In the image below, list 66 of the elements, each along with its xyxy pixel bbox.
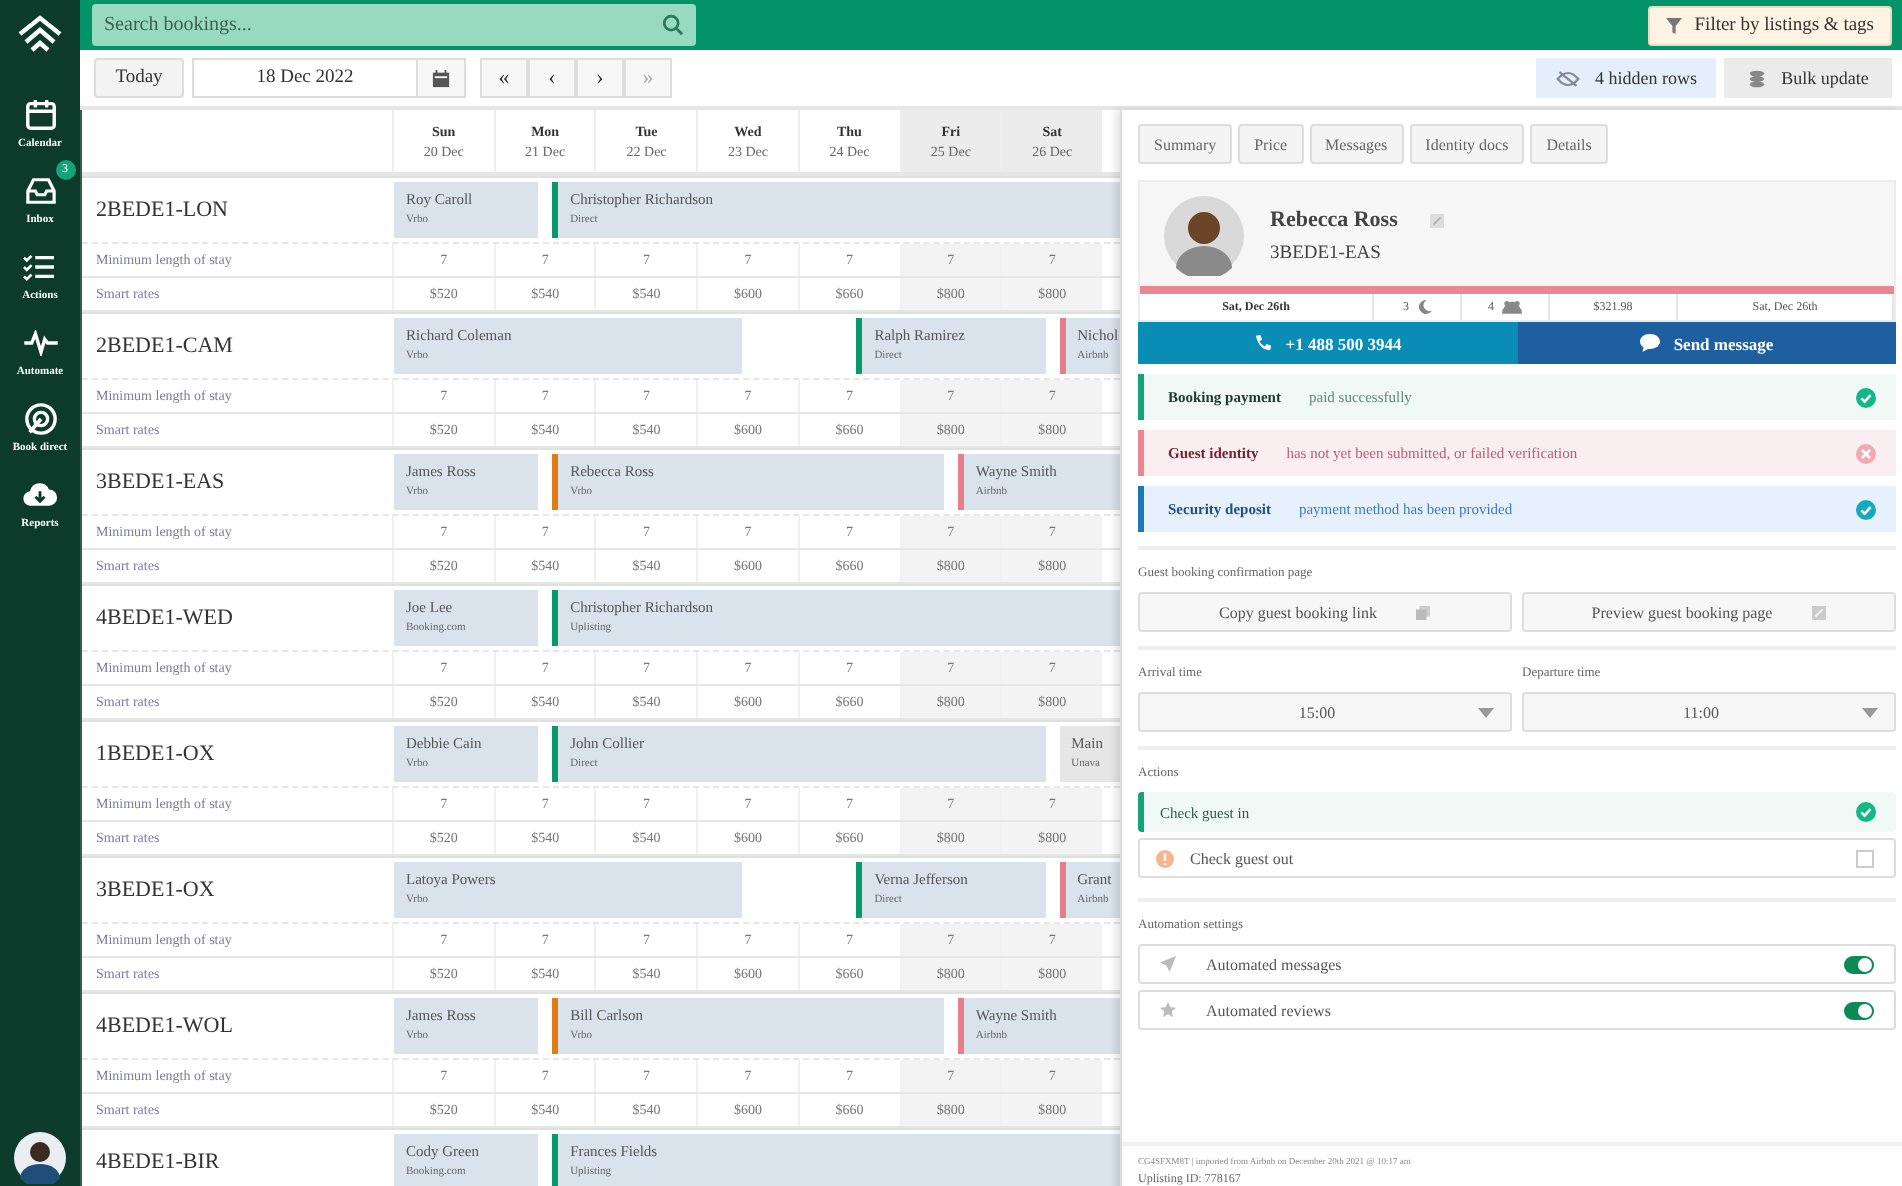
caret-icon [1478, 707, 1494, 717]
listing-name[interactable]: 2BEDE1-LON [96, 198, 228, 222]
panel-tab[interactable]: Messages [1309, 124, 1404, 164]
bulk-update-button[interactable]: Bulk update [1724, 58, 1892, 98]
calendar-icon[interactable] [432, 69, 450, 87]
search-icon[interactable] [662, 14, 684, 36]
star-icon [1160, 1002, 1176, 1018]
speech-bubble-icon [1639, 334, 1660, 352]
caret-icon [1862, 707, 1878, 717]
target-icon[interactable] [23, 401, 57, 435]
checklist-icon[interactable] [22, 251, 57, 281]
avatar-icon [1164, 196, 1244, 276]
pulse-icon[interactable] [23, 329, 57, 355]
check-circle-icon[interactable] [1856, 802, 1876, 822]
moon-icon [1417, 300, 1431, 314]
panel-tab[interactable]: Summary [1138, 124, 1233, 164]
toggle-switch[interactable] [1844, 955, 1874, 973]
call-button[interactable]: +1 488 500 3944 [1138, 322, 1517, 364]
cloud-download-icon[interactable] [21, 480, 58, 508]
action-label: Check guest out [1190, 849, 1294, 867]
action-row[interactable]: Check guest out [1138, 838, 1896, 878]
send-message-button[interactable]: Send message [1517, 322, 1896, 364]
eye-slash-icon [1555, 69, 1579, 87]
hidden-rows-button[interactable]: 4 hidden rows [1536, 58, 1716, 98]
logo-icon[interactable] [16, 12, 64, 56]
people-icon [1502, 300, 1522, 314]
listing-name[interactable]: 1BEDE1-OX [96, 742, 215, 766]
filter-button[interactable]: Filter by listings & tags [1648, 5, 1892, 45]
checkbox[interactable] [1856, 849, 1874, 867]
stack-icon [1747, 69, 1766, 87]
date-nav-button[interactable]: « [480, 58, 528, 98]
listing-name: 3BEDE1-EAS [1270, 244, 1383, 264]
phone-icon [1253, 334, 1272, 352]
listing-name[interactable]: 3BEDE1-EAS [96, 470, 225, 494]
guest-page-button[interactable]: Copy guest booking link [1138, 592, 1512, 632]
copy-icon [1416, 605, 1431, 619]
funnel-icon [1666, 17, 1683, 33]
panel-tab[interactable]: Details [1530, 124, 1608, 164]
listing-name[interactable]: 2BEDE1-CAM [96, 334, 233, 358]
listing-name[interactable]: 4BEDE1-WOL [96, 1014, 233, 1038]
guest-name: Rebecca Ross [1270, 208, 1398, 232]
panel-tab[interactable]: Price [1238, 124, 1304, 164]
warning-icon [1156, 849, 1174, 867]
calendar-icon[interactable] [23, 97, 57, 131]
search-field[interactable]: Search bookings... [92, 4, 696, 46]
listing-name[interactable]: 4BEDE1-WED [96, 606, 233, 630]
paper-plane-icon [1160, 956, 1176, 972]
listing-name[interactable]: 3BEDE1-OX [96, 878, 215, 902]
automation-label: Automated messages [1206, 955, 1342, 973]
cross-circle-icon [1856, 443, 1876, 463]
inbox-icon[interactable] [23, 175, 57, 205]
automation-label: Automated reviews [1206, 1001, 1331, 1019]
date-nav-button[interactable]: ‹ [528, 58, 576, 98]
external-link-icon [1812, 605, 1827, 619]
date-nav-button[interactable]: › [576, 58, 624, 98]
user-avatar-icon[interactable] [14, 1132, 66, 1184]
date-field[interactable]: 18 Dec 2022 [192, 58, 466, 98]
today-button[interactable]: Today [94, 58, 184, 98]
check-circle-icon [1856, 499, 1876, 519]
check-circle-icon [1856, 387, 1876, 407]
guest-page-button[interactable]: Preview guest booking page [1522, 592, 1896, 632]
panel-tab[interactable]: Identity docs [1409, 124, 1525, 164]
toggle-switch[interactable] [1844, 1001, 1874, 1019]
time-select[interactable]: 15:00 [1138, 692, 1512, 732]
time-select[interactable]: 11:00 [1522, 692, 1896, 732]
listing-name[interactable]: 4BEDE1-BIR [96, 1150, 220, 1174]
